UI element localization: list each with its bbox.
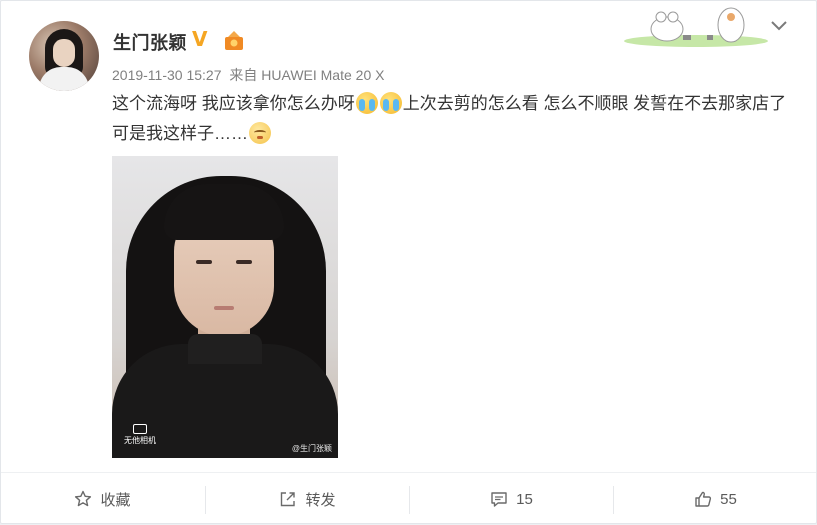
post-text-part1: 这个流海呀 我应该拿你怎么办呀	[112, 94, 355, 113]
post-timestamp[interactable]: 2019-11-30 15:27	[112, 67, 222, 83]
favorite-label: 收藏	[100, 491, 131, 509]
username-link[interactable]: 生门张颖	[113, 29, 187, 55]
photo-bangs	[164, 184, 284, 240]
post-meta: 2019-11-30 15:27 来自 HUAWEI Mate 20 X	[112, 65, 388, 85]
repost-label: 转发	[305, 491, 336, 509]
chevron-down-icon[interactable]	[769, 19, 789, 33]
weibo-post-card: 生门张颖 V 2019-11-30 15:27 来自 HUAWEI Mate 2…	[0, 0, 817, 524]
cry-emoji-icon	[355, 92, 378, 114]
avatar-face	[53, 39, 75, 67]
thumbs-up-icon	[695, 491, 712, 507]
comment-button[interactable]: 15	[410, 473, 613, 525]
like-count: 55	[720, 490, 737, 508]
photo-camera-logo: 无他相机	[120, 424, 160, 446]
dizzy-emoji-icon	[249, 122, 271, 144]
photo-eye	[196, 260, 212, 264]
photo-watermark: @生门张颖	[291, 444, 332, 453]
photo-mouth	[214, 306, 234, 310]
post-photo[interactable]: 无他相机 @生门张颖	[112, 156, 338, 458]
star-icon	[75, 490, 92, 507]
avatar[interactable]	[29, 21, 99, 91]
verified-badge-icon: V	[192, 27, 208, 51]
cry-emoji-icon	[379, 92, 402, 114]
favorite-button[interactable]: 收藏	[1, 473, 204, 525]
repost-button[interactable]: 转发	[206, 473, 409, 525]
photo-camera-label: 无他相机	[124, 436, 156, 445]
post-action-bar: 收藏 转发 15 55	[1, 472, 816, 525]
photo-eye	[236, 260, 252, 264]
share-icon	[281, 492, 296, 507]
camera-icon	[133, 424, 147, 434]
post-source: 来自 HUAWEI Mate 20 X	[229, 67, 385, 83]
comment-icon	[491, 492, 507, 507]
post-text: 这个流海呀 我应该拿你怎么办呀 上次去剪的怎么看 怎么不顺眼 发誓在不去那家店了 …	[112, 89, 802, 149]
comment-count: 15	[516, 490, 533, 508]
photo-collar	[188, 334, 262, 364]
medal-badge-icon[interactable]	[223, 29, 245, 51]
like-button[interactable]: 55	[614, 473, 817, 525]
card-decoration-icon	[624, 7, 768, 47]
